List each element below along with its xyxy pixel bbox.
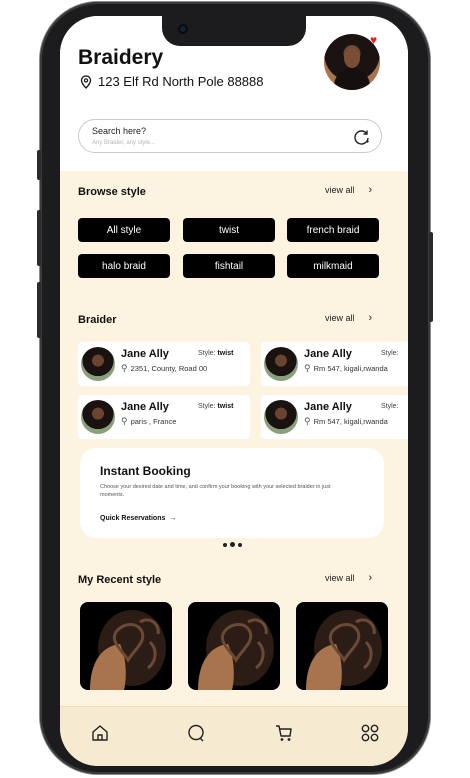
style-chip-halo-braid[interactable]: halo braid bbox=[78, 254, 170, 278]
quick-reservations-link[interactable]: Quick Reservations → bbox=[100, 515, 176, 522]
braider-name: Jane Ally bbox=[121, 401, 169, 413]
braider-card[interactable]: Jane Ally Style: ⚲ Rm 547, kigali,rwanda bbox=[261, 342, 408, 386]
browse-style-title: Browse style bbox=[78, 186, 146, 198]
braider-location: ⚲ 2351, County, Road 00 bbox=[121, 363, 208, 373]
search-refresh-icon[interactable] bbox=[353, 128, 371, 146]
braider-avatar bbox=[264, 347, 298, 381]
avatar-face bbox=[344, 48, 360, 68]
braider-location: ⚲ Rm 547, kigali,rwanda bbox=[304, 363, 388, 373]
instant-booking-card[interactable]: Instant Booking Choose your desired date… bbox=[80, 448, 384, 538]
carousel-dot[interactable] bbox=[238, 542, 242, 547]
carousel-dots[interactable] bbox=[223, 542, 242, 547]
style-chip-fishtail[interactable]: fishtail bbox=[183, 254, 275, 278]
braider-card[interactable]: Jane Ally Style: ⚲ Rm 547, kigali,rwanda bbox=[261, 395, 408, 439]
chevron-right-icon: › bbox=[368, 312, 373, 324]
location-pin-icon: ⚲ bbox=[304, 363, 311, 373]
chevron-right-icon: › bbox=[368, 572, 373, 584]
browse-view-all[interactable]: view all › bbox=[325, 184, 372, 196]
carousel-dot[interactable] bbox=[223, 542, 227, 547]
app-screen: Braidery 123 Elf Rd North Pole 88888 ♥ S… bbox=[60, 16, 408, 766]
braider-avatar bbox=[264, 400, 298, 434]
address[interactable]: 123 Elf Rd North Pole 88888 bbox=[80, 74, 264, 89]
braider-name: Jane Ally bbox=[304, 348, 352, 360]
camera-icon bbox=[178, 24, 188, 34]
style-chip-milkmaid[interactable]: milkmaid bbox=[287, 254, 379, 278]
braider-avatar bbox=[81, 400, 115, 434]
braid-style-image bbox=[306, 610, 382, 690]
location-pin-icon: ⚲ bbox=[121, 363, 128, 373]
volume-down-button bbox=[37, 282, 41, 338]
braider-location: ⚲ paris , France bbox=[121, 416, 177, 426]
braid-style-image bbox=[198, 610, 274, 690]
style-chip-all[interactable]: All style bbox=[78, 218, 170, 242]
recent-view-all[interactable]: view all › bbox=[325, 572, 372, 584]
recent-style-card[interactable] bbox=[188, 602, 280, 690]
braider-style: Style: bbox=[381, 350, 399, 357]
cart-icon[interactable] bbox=[274, 723, 294, 743]
recent-style-card[interactable] bbox=[296, 602, 388, 690]
view-all-label: view all bbox=[325, 185, 355, 195]
braider-style: Style: twist bbox=[198, 403, 234, 410]
home-icon[interactable] bbox=[90, 723, 110, 743]
location-pin-icon bbox=[80, 74, 92, 89]
chevron-right-icon: › bbox=[368, 184, 373, 196]
app-title: Braidery bbox=[78, 46, 164, 69]
braider-card[interactable]: Jane Ally Style: twist ⚲ paris , France bbox=[78, 395, 250, 439]
recent-style-card[interactable] bbox=[80, 602, 172, 690]
braider-view-all[interactable]: view all › bbox=[325, 312, 372, 324]
braid-style-image bbox=[90, 610, 166, 690]
arrow-right-icon: → bbox=[169, 515, 177, 522]
braider-title: Braider bbox=[78, 314, 117, 326]
bottom-nav bbox=[60, 706, 408, 766]
heart-icon[interactable]: ♥ bbox=[370, 34, 377, 46]
braider-style: Style: bbox=[381, 403, 399, 410]
search-placeholder: Any Braider, any style... bbox=[92, 140, 156, 146]
address-text: 123 Elf Rd North Pole 88888 bbox=[98, 74, 264, 89]
braider-avatar bbox=[81, 347, 115, 381]
grid-icon[interactable] bbox=[360, 723, 380, 743]
braider-location: ⚲ Rm 547, kigali,rwanda bbox=[304, 416, 388, 426]
mute-switch bbox=[37, 150, 41, 180]
style-chip-twist[interactable]: twist bbox=[183, 218, 275, 242]
location-pin-icon: ⚲ bbox=[121, 416, 128, 426]
search-bar[interactable]: Search here? Any Braider, any style... bbox=[78, 119, 382, 153]
search-label: Search here? bbox=[92, 126, 147, 136]
booking-description: Choose your desired date and time, and c… bbox=[100, 484, 331, 498]
braider-style: Style: twist bbox=[198, 350, 234, 357]
recent-style-title: My Recent style bbox=[78, 574, 162, 586]
braider-card[interactable]: Jane Ally Style: twist ⚲ 2351, County, Ro… bbox=[78, 342, 250, 386]
quick-reservations-label: Quick Reservations bbox=[100, 515, 166, 522]
chat-icon[interactable] bbox=[186, 723, 206, 743]
view-all-label: view all bbox=[325, 313, 355, 323]
power-button bbox=[429, 232, 433, 322]
carousel-dot-active[interactable] bbox=[230, 542, 235, 547]
braider-name: Jane Ally bbox=[304, 401, 352, 413]
view-all-label: view all bbox=[325, 573, 355, 583]
volume-up-button bbox=[37, 210, 41, 266]
braider-name: Jane Ally bbox=[121, 348, 169, 360]
location-pin-icon: ⚲ bbox=[304, 416, 311, 426]
notch bbox=[162, 16, 306, 46]
style-chip-french-braid[interactable]: french braid bbox=[287, 218, 379, 242]
avatar-body bbox=[334, 68, 370, 90]
booking-title: Instant Booking bbox=[100, 464, 191, 478]
